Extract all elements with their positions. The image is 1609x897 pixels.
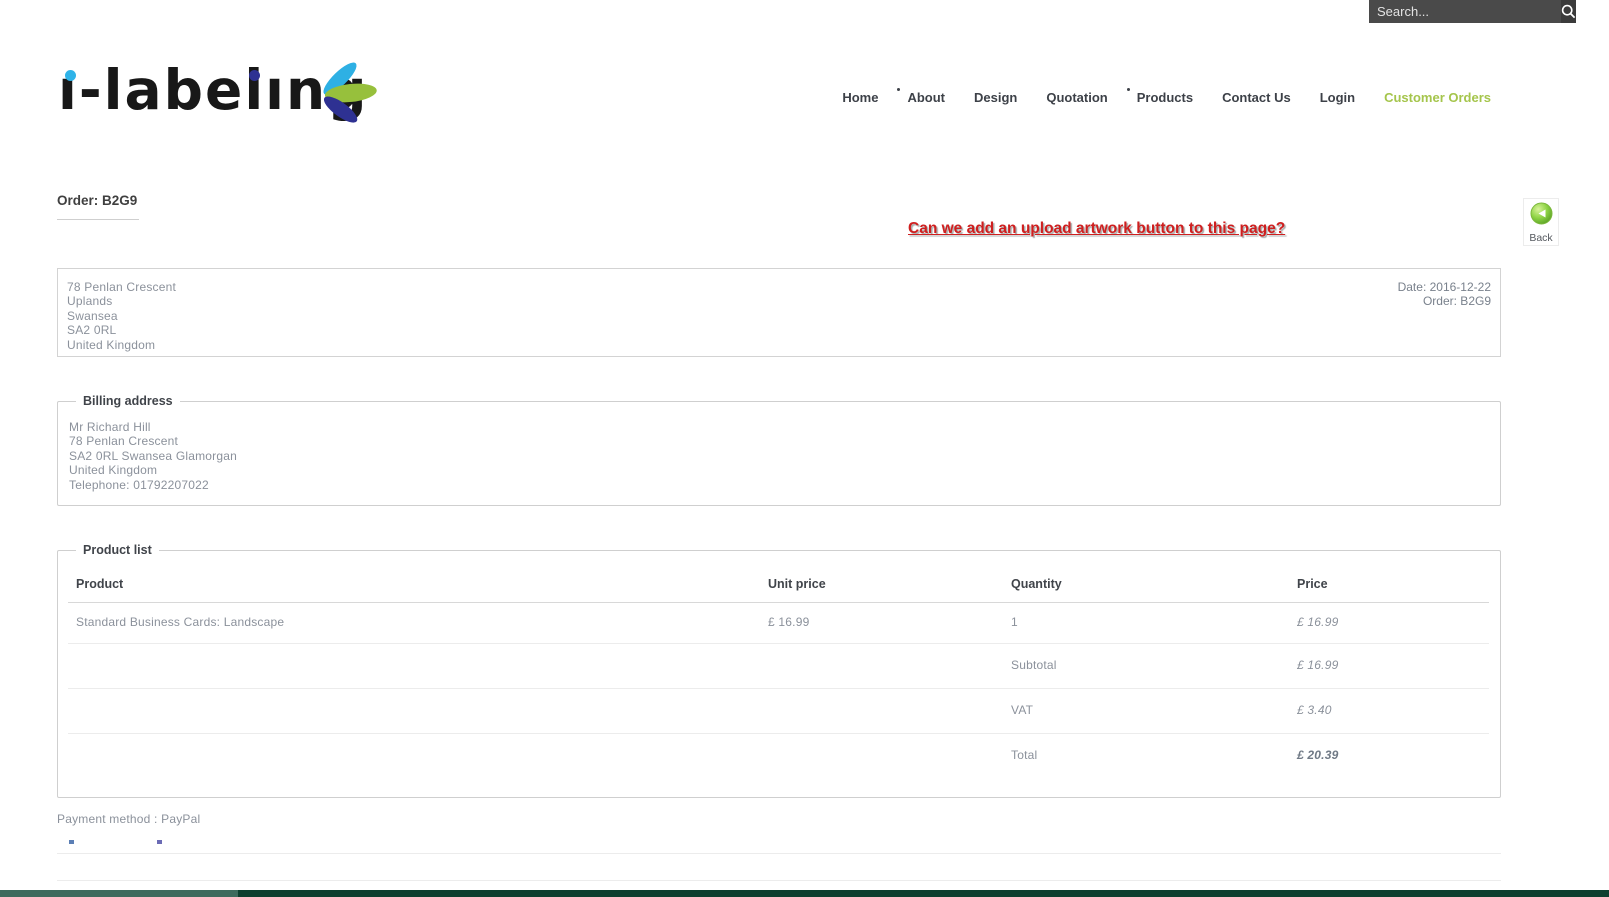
nav-item-quotation[interactable]: Quotation (1046, 90, 1107, 105)
nav-item-products[interactable]: Products (1126, 88, 1194, 105)
nav-item-customer-orders[interactable]: Customer Orders (1384, 90, 1491, 105)
order-date: Date: 2016-12-22 (1397, 280, 1491, 294)
vat-value: £ 3.40 (1289, 688, 1489, 734)
shipping-address-line: United Kingdom (67, 337, 156, 352)
shipping-address-line: Uplands (67, 294, 113, 309)
subtotal-label: Subtotal (1003, 643, 1289, 689)
billing-address-fieldset: Billing address Mr Richard Hill 78 Penla… (57, 394, 1501, 506)
table-header-row: Product Unit price Quantity Price (68, 569, 1489, 603)
product-price: £ 16.99 (1289, 602, 1489, 644)
product-name: Standard Business Cards: Landscape (68, 602, 760, 644)
nav-item-contact-us[interactable]: Contact Us (1222, 90, 1291, 105)
total-label: Total (1011, 748, 1038, 762)
nav-item-about[interactable]: About (897, 88, 945, 105)
divider (57, 880, 1501, 881)
nav-item-design[interactable]: Design (974, 90, 1017, 105)
search-bar (1369, 0, 1576, 23)
dropdown-dot-icon (1126, 88, 1130, 91)
shipping-address-line: 78 Penlan Crescent (67, 280, 176, 294)
footer-bar-accent (0, 890, 238, 897)
logo-leaf-icon (323, 62, 377, 123)
total-row: Total £ 20.39 (68, 734, 1489, 779)
search-input[interactable] (1369, 0, 1561, 23)
divider (57, 853, 1501, 854)
page-title: Order: B2G9 (57, 193, 140, 220)
vat-label: VAT (1003, 688, 1289, 734)
search-button[interactable] (1561, 0, 1576, 23)
search-icon (1561, 4, 1576, 19)
shipping-address-line: Swansea (67, 308, 118, 323)
vat-row: VAT £ 3.40 (68, 688, 1489, 734)
billing-address-line: SA2 0RL Swansea Glamorgan (69, 448, 237, 463)
shipping-address-box: 78 Penlan Crescent Uplands Swansea SA2 0… (57, 268, 1501, 357)
order-number: Order: B2G9 (1422, 294, 1491, 309)
column-header-price: Price (1289, 569, 1489, 603)
tiny-icon (157, 840, 162, 844)
back-button-label: Back (1529, 232, 1553, 244)
product-list-fieldset: Product list Product Unit price Quantity… (57, 543, 1501, 798)
review-annotation: Can we add an upload artwork button to t… (908, 220, 1286, 237)
payment-method: Payment method : PayPal (57, 812, 201, 826)
footer-bar (0, 890, 1609, 897)
billing-address-legend: Billing address (83, 394, 173, 408)
nav-item-login[interactable]: Login (1320, 90, 1355, 105)
logo-i-dot-navy (249, 70, 260, 81)
nav-item-home[interactable]: Home (842, 90, 878, 105)
main-nav: Home About Design Quotation Products Con… (842, 88, 1491, 105)
logo-i-dot-blue (65, 70, 76, 81)
product-unit-price: £ 16.99 (760, 602, 1003, 644)
column-header-product: Product (68, 569, 760, 603)
column-header-unit-price: Unit price (760, 569, 1003, 603)
billing-address-line: Mr Richard Hill (69, 420, 151, 434)
back-arrow-icon (1530, 202, 1552, 225)
table-row: Standard Business Cards: Landscape £ 16.… (68, 602, 1489, 644)
nav-item-label: About (907, 90, 945, 105)
column-header-quantity: Quantity (1003, 569, 1289, 603)
product-quantity: 1 (1003, 602, 1289, 644)
dropdown-dot-icon (897, 88, 901, 91)
back-button[interactable]: Back (1523, 198, 1559, 246)
product-table: Product Unit price Quantity Price Standa… (68, 569, 1489, 778)
total-value: £ 20.39 (1297, 748, 1339, 762)
product-list-legend: Product list (83, 543, 152, 557)
nav-item-label: Products (1136, 90, 1194, 105)
shipping-address-line: SA2 0RL (67, 323, 117, 338)
subtotal-value: £ 16.99 (1289, 643, 1489, 689)
billing-address-line: 78 Penlan Crescent (69, 434, 178, 449)
billing-address-line: Telephone: 01792207022 (69, 477, 209, 492)
site-logo[interactable]: ı-labelıng (58, 44, 403, 139)
billing-address-line: United Kingdom (69, 463, 158, 478)
subtotal-row: Subtotal £ 16.99 (68, 643, 1489, 689)
tiny-icon (69, 840, 74, 844)
